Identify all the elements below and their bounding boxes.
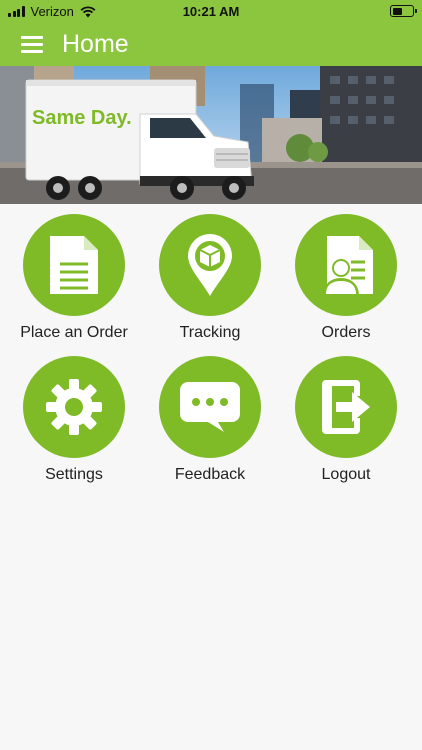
orders-label: Orders: [321, 324, 371, 341]
gear-icon: [46, 379, 102, 435]
logout-label: Logout: [321, 466, 371, 483]
hamburger-menu-icon[interactable]: [10, 22, 54, 66]
logout-arrow-icon: [322, 380, 370, 434]
app-bar: Home: [0, 22, 422, 66]
page-title: Home: [62, 29, 129, 58]
status-bar: Verizon 10:21 AM: [0, 0, 422, 22]
document-icon: [50, 236, 98, 294]
place-order-button[interactable]: Place an Order: [6, 214, 142, 342]
battery-icon: [390, 5, 417, 17]
feedback-circle[interactable]: [159, 356, 261, 458]
settings-button[interactable]: Settings: [6, 356, 142, 484]
status-time: 10:21 AM: [182, 4, 240, 19]
logout-circle[interactable]: [295, 356, 397, 458]
tracking-button[interactable]: Tracking: [142, 214, 278, 342]
feedback-button[interactable]: Feedback: [142, 356, 278, 484]
truck-logo-text: Same Day.: [32, 107, 132, 129]
feedback-label: Feedback: [174, 466, 246, 483]
place-order-circle[interactable]: [23, 214, 125, 316]
menu-grid: Place an Order Tracking Orders Settings …: [6, 214, 416, 484]
settings-circle[interactable]: [23, 356, 125, 458]
user-document-icon: [323, 236, 373, 296]
location-pin-box-icon: [188, 234, 232, 296]
tracking-label: Tracking: [179, 324, 241, 341]
settings-label: Settings: [45, 466, 103, 483]
tracking-circle[interactable]: [159, 214, 261, 316]
logout-button[interactable]: Logout: [278, 356, 414, 484]
place-order-label: Place an Order: [20, 324, 128, 341]
chat-bubble-icon: [180, 382, 240, 432]
hero-banner-image: Same Day.: [0, 66, 422, 204]
orders-circle[interactable]: [295, 214, 397, 316]
orders-button[interactable]: Orders: [278, 214, 414, 342]
